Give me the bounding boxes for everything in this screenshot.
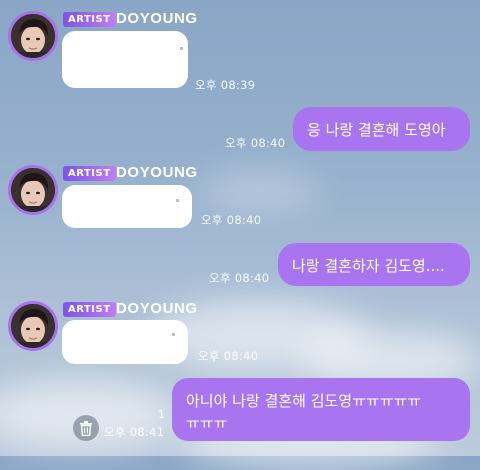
bubble-mark [172, 333, 175, 336]
outgoing-message-bubble[interactable]: 응 나랑 결혼해 도영아 [293, 107, 470, 151]
artist-avatar[interactable] [8, 11, 58, 61]
incoming-message-bubble[interactable] [62, 31, 188, 88]
message-time: 오후 08:40 [209, 271, 270, 285]
artist-name: DOYOUNG [116, 10, 198, 27]
outgoing-message-bubble[interactable]: 아니야 나랑 결혼해 김도영ㅠㅠㅠㅠㅠ ㅠㅠㅠ [172, 378, 470, 441]
artist-name: DOYOUNG [116, 300, 198, 317]
unread-count: 1 [158, 408, 165, 421]
avatar-image [11, 304, 55, 348]
message-time: 오후 08:40 [225, 136, 286, 150]
message-text: 응 나랑 결혼해 도영아 [307, 121, 446, 139]
message-text: 나랑 결혼하자 김도영.... [292, 257, 445, 275]
bubble-mark [176, 199, 179, 202]
bubble-mark [180, 47, 183, 50]
message-time: 오후 08:40 [201, 213, 262, 227]
delete-button[interactable] [73, 415, 99, 441]
avatar-image [11, 14, 55, 58]
avatar-image [11, 168, 55, 212]
outgoing-message-bubble[interactable]: 나랑 결혼하자 김도영.... [278, 243, 470, 286]
artist-avatar[interactable] [8, 165, 58, 215]
trash-icon [80, 420, 92, 436]
message-time: 오후 08:40 [198, 349, 259, 363]
message-time: 오후 08:41 [104, 425, 165, 439]
artist-name: DOYOUNG [116, 164, 198, 181]
artist-avatar[interactable] [8, 301, 58, 351]
incoming-message-bubble[interactable] [62, 320, 188, 364]
background-cloud [200, 170, 320, 210]
artist-badge: ARTIST [63, 12, 116, 27]
message-text-line1: 아니야 나랑 결혼해 김도영ㅠㅠㅠㅠㅠ [186, 392, 422, 410]
artist-badge: ARTIST [63, 302, 116, 317]
message-time: 오후 08:39 [195, 78, 256, 92]
message-text-line2: ㅠㅠㅠ [186, 414, 228, 432]
incoming-message-bubble[interactable] [62, 185, 192, 228]
artist-badge: ARTIST [63, 166, 116, 181]
